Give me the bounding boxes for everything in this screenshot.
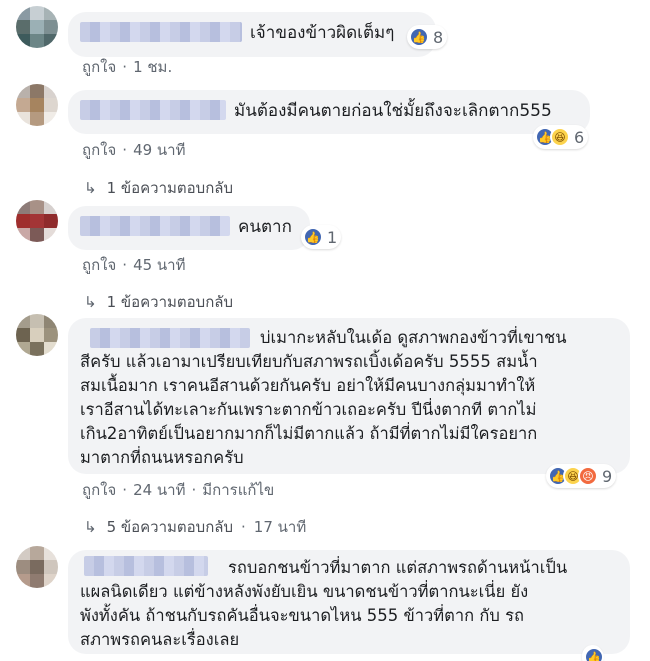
reaction-summary[interactable]: 👍 8 [407, 25, 448, 49]
like-icon: 👍 [303, 227, 323, 247]
separator: · [122, 58, 128, 76]
author-name-blurred[interactable] [90, 328, 250, 348]
comment-line: สีครับ แล้วเอามาเปรียบเทียบกับสภาพรถเบิ้… [80, 352, 538, 371]
reaction-count: 1 [327, 227, 338, 247]
reaction-count: 8 [433, 27, 444, 47]
comment-line: สภาพรถคนละเรื่องเลย [80, 630, 240, 649]
avatar[interactable] [16, 6, 58, 48]
comment-line: แผลนิดเดียว แต่ข้างหลังพังยับเยิน ขนาดชน… [80, 582, 529, 601]
comment-line: สมเนื้อมาก เราคนอีสานด้วยกันครับ อย่าให้… [80, 376, 536, 395]
comment-meta: ถูกใจ · 24 นาที · มีการแก้ไข [82, 478, 274, 502]
comment-meta: ถูกใจ · 1 ชม. [82, 55, 172, 79]
separator: · [122, 141, 128, 159]
comment-text: เจ้าของข้าวผิดเต็มๆ [250, 23, 395, 43]
reply-arrow-icon: ↳ [84, 518, 97, 536]
comment-bubble: เจ้าของข้าวผิดเต็มๆ [68, 12, 436, 57]
haha-icon: 😆 [550, 127, 570, 147]
comment-bubble: รถบอกชนข้าวที่มาตาก แต่สภาพรถด้านหน้าเป็… [68, 550, 630, 654]
separator: · [241, 518, 246, 536]
comment-meta: ถูกใจ · 49 นาที [82, 138, 185, 162]
comment-text: มันต้องมีคนตายก่อนใช่มั้ยถึงจะเลิกตาก555 [234, 101, 552, 121]
reply-timestamp: 17 นาที [253, 518, 307, 536]
comment-text: คนตาก [238, 217, 292, 237]
reply-arrow-icon: ↳ [84, 293, 97, 311]
like-button[interactable]: ถูกใจ [82, 256, 116, 274]
comment-line: พังทั้งคัน ถ้าชนกับรถคันอื่นจะขนาดไหน 55… [80, 606, 524, 625]
separator: · [122, 256, 128, 274]
comment-line: เกิน2อาทิตย์เป็นอยากมากก็ไม่มีตากแล้ว ถ้… [80, 424, 538, 443]
like-icon: 👍 [409, 27, 429, 47]
reaction-summary[interactable]: 👍 1 [301, 225, 342, 249]
avatar[interactable] [16, 546, 58, 588]
timestamp[interactable]: 24 นาที [133, 481, 185, 499]
author-name-blurred[interactable] [80, 100, 226, 120]
comment-line: มาตากที่ถนนหรอกครับ [80, 448, 244, 467]
like-button[interactable]: ถูกใจ [82, 481, 116, 499]
avatar[interactable] [16, 200, 58, 242]
avatar[interactable] [16, 314, 58, 356]
comment-bubble: มันต้องมีคนตายก่อนใช่มั้ยถึงจะเลิกตาก555 [68, 90, 590, 134]
replies-count: 5 ข้อความตอบกลับ [106, 518, 233, 536]
reaction-summary[interactable]: 👍 😆 6 [533, 125, 589, 149]
author-name-blurred[interactable] [84, 556, 208, 576]
author-name-blurred[interactable] [80, 216, 230, 236]
like-button[interactable]: ถูกใจ [82, 58, 116, 76]
reply-arrow-icon: ↳ [84, 179, 97, 197]
separator: · [191, 481, 197, 499]
timestamp[interactable]: 45 นาที [133, 256, 185, 274]
view-replies-link[interactable]: ↳ 5 ข้อความตอบกลับ · 17 นาที [84, 515, 306, 539]
author-name-blurred[interactable] [80, 22, 242, 42]
comment-line: เราอีสานได้ทะเลาะกันเพราะตากข้าวเถอะครับ… [80, 400, 537, 419]
replies-count: 1 ข้อความตอบกลับ [106, 293, 233, 311]
view-replies-link[interactable]: ↳ 1 ข้อความตอบกลับ [84, 176, 233, 200]
timestamp[interactable]: 1 ชม. [133, 58, 172, 76]
avatar[interactable] [16, 84, 58, 126]
comment-meta: ถูกใจ · 45 นาที [82, 253, 185, 277]
comment-bubble: คนตาก [68, 206, 310, 250]
timestamp[interactable]: 49 นาที [133, 141, 185, 159]
reaction-count: 6 [574, 127, 585, 147]
view-replies-link[interactable]: ↳ 1 ข้อความตอบกลับ [84, 290, 233, 314]
replies-count: 1 ข้อความตอบกลับ [106, 179, 233, 197]
comment-bubble: บ่เมากะหลับในเด้อ ดูสภาพกองข้าวที่เขาชน … [68, 318, 630, 474]
separator: · [122, 481, 128, 499]
edited-label[interactable]: มีการแก้ไข [202, 481, 274, 499]
like-button[interactable]: ถูกใจ [82, 141, 116, 159]
